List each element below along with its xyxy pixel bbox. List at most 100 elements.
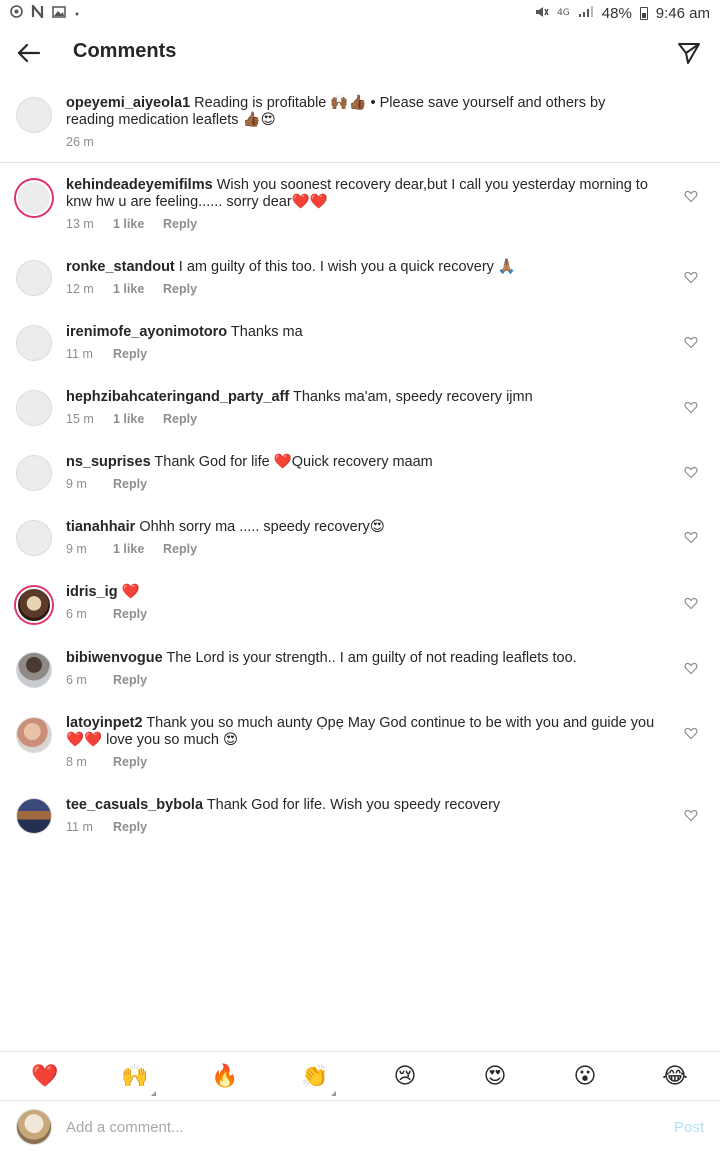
avatar[interactable] xyxy=(16,260,52,296)
clap-emoji: 👏 xyxy=(301,1064,329,1089)
surprised-emoji-button[interactable]: 😮 xyxy=(570,1064,600,1092)
crying-emoji-button[interactable]: 😢 xyxy=(390,1064,420,1092)
like-count[interactable]: 1 like xyxy=(113,282,163,296)
avatar[interactable] xyxy=(16,587,52,623)
comment-body: Thank God for life. Wish you speedy reco… xyxy=(206,797,501,813)
reply-button[interactable]: Reply xyxy=(113,477,147,491)
comment-row: ns_suprises Thank God for life ❤️Quick r… xyxy=(0,446,720,510)
avatar[interactable] xyxy=(16,97,52,133)
username[interactable]: irenimofe_ayonimotoro xyxy=(66,324,227,340)
heart-icon[interactable] xyxy=(684,189,698,203)
heart-eyes-emoji-button[interactable]: 😍 xyxy=(480,1064,510,1092)
comment-body: Thanks ma xyxy=(230,324,303,340)
username[interactable]: bibiwenvogue xyxy=(66,650,163,666)
image-icon xyxy=(52,5,66,21)
status-right-icons: 4G 48% 9:46 am xyxy=(535,5,710,22)
comment-row: latoyinpet2 Thank you so much aunty Ọpẹ … xyxy=(0,706,720,786)
heart-icon[interactable] xyxy=(684,808,698,822)
comment-text: hephzibahcateringand_party_aff Thanks ma… xyxy=(66,389,666,406)
avatar[interactable] xyxy=(16,520,52,556)
comment-text: kehindeadeyemifilms Wish you soonest rec… xyxy=(66,177,666,211)
comment-text: ns_suprises Thank God for life ❤️Quick r… xyxy=(66,454,666,471)
header: Comments xyxy=(0,26,720,82)
reply-button[interactable]: Reply xyxy=(113,347,147,361)
network-type-label: 4G xyxy=(557,8,570,18)
reply-button[interactable]: Reply xyxy=(163,412,197,426)
heart-icon[interactable] xyxy=(684,465,698,479)
username[interactable]: kehindeadeyemifilms xyxy=(66,177,213,193)
username[interactable]: latoyinpet2 xyxy=(66,715,143,731)
back-arrow-icon[interactable] xyxy=(14,38,44,68)
caption-text: opeyemi_aiyeola1 Reading is profitable 🙌… xyxy=(66,95,656,129)
heart-icon[interactable] xyxy=(684,270,698,284)
comment-body: ❤️ xyxy=(121,584,140,600)
reply-button[interactable]: Reply xyxy=(163,542,197,556)
heart-icon[interactable] xyxy=(684,400,698,414)
avatar[interactable] xyxy=(16,652,52,688)
comment-row: irenimofe_ayonimotoro Thanks ma 11 m Rep… xyxy=(0,316,720,380)
timestamp: 11 m xyxy=(66,347,93,361)
avatar[interactable] xyxy=(16,180,52,216)
comment-text: irenimofe_ayonimotoro Thanks ma xyxy=(66,324,666,341)
comment-input[interactable] xyxy=(66,1115,646,1139)
heart-emoji-button[interactable]: ❤️ xyxy=(30,1064,60,1092)
reply-button[interactable]: Reply xyxy=(163,217,197,231)
avatar[interactable] xyxy=(16,717,52,753)
caption-meta: 26 m xyxy=(66,135,94,149)
status-bar: 4G 48% 9:46 am xyxy=(0,0,720,26)
username[interactable]: tee_casuals_bybola xyxy=(66,797,203,813)
username[interactable]: tianahhair xyxy=(66,519,135,535)
timestamp: 6 m xyxy=(66,607,87,621)
battery-percent: 48% xyxy=(601,4,632,22)
comment-meta: 6 m Reply xyxy=(66,673,147,687)
username[interactable]: idris_ig xyxy=(66,584,118,600)
comment-composer: Post xyxy=(0,1102,720,1152)
reply-button[interactable]: Reply xyxy=(113,820,147,834)
username[interactable]: ronke_standout xyxy=(66,259,175,275)
username[interactable]: hephzibahcateringand_party_aff xyxy=(66,389,289,405)
like-count[interactable]: 1 like xyxy=(113,217,163,231)
mute-icon xyxy=(535,5,549,22)
comment-text: tee_casuals_bybola Thank God for life. W… xyxy=(66,797,666,814)
comment-meta: 9 m Reply xyxy=(66,477,147,491)
post-button[interactable]: Post xyxy=(674,1119,704,1136)
heart-icon[interactable] xyxy=(684,661,698,675)
avatar[interactable] xyxy=(16,455,52,491)
clap-emoji-button[interactable]: 👏 xyxy=(300,1064,336,1096)
comment-meta: 13 m 1 like Reply xyxy=(66,217,197,231)
username[interactable]: opeyemi_aiyeola1 xyxy=(66,95,190,111)
comment-body: Thank God for life ❤️Quick recovery maam xyxy=(154,454,433,470)
fire-emoji-button[interactable]: 🔥 xyxy=(210,1064,240,1092)
avatar[interactable] xyxy=(16,798,52,834)
comment-row: hephzibahcateringand_party_aff Thanks ma… xyxy=(0,381,720,445)
avatar[interactable] xyxy=(16,390,52,426)
raised-hands-emoji: 🙌 xyxy=(121,1064,149,1089)
reply-button[interactable]: Reply xyxy=(113,607,147,621)
chrome-icon xyxy=(10,5,23,21)
laughing-emoji-button[interactable]: 😂 xyxy=(660,1064,690,1092)
like-count[interactable]: 1 like xyxy=(113,412,163,426)
send-icon[interactable] xyxy=(676,40,702,66)
comment-row: tianahhair Ohhh sorry ma ..... speedy re… xyxy=(0,511,720,575)
like-count[interactable]: 1 like xyxy=(113,542,163,556)
timestamp: 9 m xyxy=(66,542,87,556)
comment-body: Ohhh sorry ma ..... speedy recovery😍 xyxy=(139,519,385,535)
reply-button[interactable]: Reply xyxy=(163,282,197,296)
avatar[interactable] xyxy=(16,325,52,361)
raised-hands-emoji-button[interactable]: 🙌 xyxy=(120,1064,156,1096)
timestamp: 13 m xyxy=(66,217,94,231)
comment-row: kehindeadeyemifilms Wish you soonest rec… xyxy=(0,170,720,242)
reply-button[interactable]: Reply xyxy=(113,673,147,687)
heart-icon[interactable] xyxy=(684,596,698,610)
reply-button[interactable]: Reply xyxy=(113,755,147,769)
comment-text: idris_ig ❤️ xyxy=(66,584,666,601)
heart-icon[interactable] xyxy=(684,726,698,740)
signal-icon xyxy=(578,5,594,21)
comment-meta: 11 m Reply xyxy=(66,347,147,361)
timestamp: 26 m xyxy=(66,135,94,149)
heart-icon[interactable] xyxy=(684,530,698,544)
heart-icon[interactable] xyxy=(684,335,698,349)
post-caption: opeyemi_aiyeola1 Reading is profitable 🙌… xyxy=(0,84,720,163)
username[interactable]: ns_suprises xyxy=(66,454,151,470)
comment-meta: 12 m 1 like Reply xyxy=(66,282,197,296)
